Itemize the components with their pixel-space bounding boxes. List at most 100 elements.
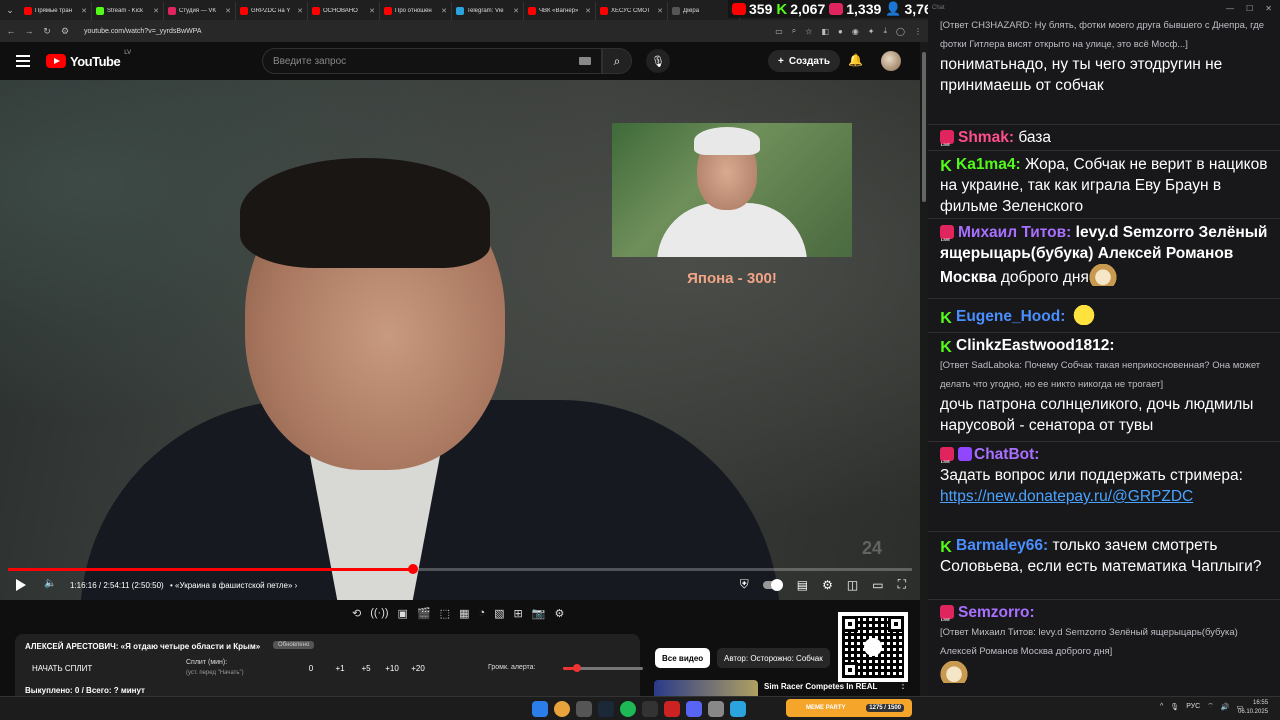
tab-close-icon[interactable]: ✕ <box>153 7 159 15</box>
recommendation-menu-icon[interactable]: ⋮ <box>898 680 908 691</box>
tab-close-icon[interactable]: ✕ <box>513 7 519 15</box>
alert-volume-slider[interactable] <box>563 664 643 672</box>
search-input[interactable]: Введите запрос <box>262 48 602 74</box>
steam-icon[interactable] <box>598 701 614 717</box>
ext-settings-icon[interactable]: ⚙ <box>554 607 564 625</box>
hamburger-menu-icon[interactable] <box>16 55 30 67</box>
tab-close-icon[interactable]: ✕ <box>369 7 375 15</box>
theater-mode-icon[interactable]: ▭ <box>872 578 883 592</box>
chat-username[interactable]: Ka1ma4: <box>956 156 1021 173</box>
chat-username[interactable]: ChatBot: <box>974 446 1039 463</box>
browser-tab[interactable]: ЧВК «Вагнер» ✕ <box>524 2 596 20</box>
miniplayer-icon[interactable]: ◫ <box>847 578 858 592</box>
extension-icon-3[interactable]: ◉ <box>852 27 859 36</box>
maximize-icon[interactable]: ☐ <box>1246 4 1253 13</box>
search-button[interactable]: ⌕ <box>602 48 632 74</box>
url-field[interactable]: youtube.com/watch?v=_yyrdsBwWPA <box>84 28 202 35</box>
chip-all-videos[interactable]: Все видео <box>655 648 711 668</box>
tab-close-icon[interactable]: ✕ <box>225 7 231 15</box>
video-player[interactable]: Япона - 300! 24 <box>0 80 920 600</box>
language-indicator[interactable]: РУС <box>1186 703 1200 710</box>
browser-tab[interactable]: ОСНОВАНО ✕ <box>308 2 380 20</box>
back-icon[interactable]: ← <box>6 26 16 36</box>
alert-volume-handle[interactable] <box>573 664 582 672</box>
discord-icon[interactable] <box>686 701 702 717</box>
tab-close-icon[interactable]: ✕ <box>657 7 663 15</box>
browser-tab[interactable]: ХЕСУС СМОТ ✕ <box>596 2 668 20</box>
notifications-bell-icon[interactable]: 🔔 <box>848 53 863 67</box>
reload-icon[interactable]: ↻ <box>42 26 52 37</box>
chat-username[interactable]: Barmaley66: <box>956 537 1048 554</box>
obs-icon[interactable] <box>642 701 658 717</box>
close-icon[interactable]: ✕ <box>1265 4 1272 13</box>
bookmark-star-icon[interactable]: ☆ <box>805 27 812 36</box>
avatar[interactable] <box>881 51 901 71</box>
chat-username[interactable]: ClinkzEastwood1812: <box>956 337 1115 354</box>
chevron-up-icon[interactable]: ^ <box>1160 703 1163 710</box>
sponsorblock-icon[interactable]: ⛨ <box>740 577 749 592</box>
tab-close-icon[interactable]: ✕ <box>441 7 447 15</box>
menu-icon[interactable]: ⋮ <box>914 27 922 36</box>
browser-tab[interactable]: Прямые тран ✕ <box>20 2 92 20</box>
wifi-icon[interactable]: ⌔ <box>1207 702 1214 711</box>
crop-icon[interactable]: ⬚ <box>440 607 450 625</box>
forward-icon[interactable]: → <box>24 26 34 36</box>
browser-tab[interactable]: GRPZDC на Y ✕ <box>236 2 308 20</box>
telegram-icon[interactable] <box>730 701 746 717</box>
start-icon[interactable] <box>532 701 548 717</box>
page-scrollbar[interactable] <box>920 42 928 696</box>
tab-close-icon[interactable]: ✕ <box>81 7 87 15</box>
spotify-icon[interactable] <box>620 701 636 717</box>
app-icon-2[interactable] <box>708 701 724 717</box>
play-icon[interactable] <box>16 579 26 591</box>
extension-icon[interactable]: ◧ <box>821 27 829 36</box>
extension-icon-2[interactable]: ● <box>838 27 843 36</box>
chip-author[interactable]: Автор: Осторожно: Собчак <box>717 648 830 668</box>
add-frame-icon[interactable]: ⊞ <box>514 607 523 625</box>
speed-icon[interactable]: ◔ <box>478 607 485 625</box>
frame-icon[interactable]: ▦ <box>459 607 469 625</box>
keyboard-icon[interactable] <box>579 57 591 65</box>
browser-tab[interactable]: Студия — VK ✕ <box>164 2 236 20</box>
zoom-icon[interactable]: ⌕ <box>792 26 796 36</box>
donation-link[interactable]: https://new.donatepay.ru/@GRPZDC <box>940 488 1193 505</box>
add-10-button[interactable]: +10 <box>379 664 405 673</box>
camera-icon[interactable]: 📷 <box>532 607 546 625</box>
speaker-icon[interactable]: 🔊 <box>1221 703 1230 711</box>
youtube-logo[interactable]: YouTube LV <box>46 50 131 69</box>
folder-icon[interactable] <box>576 701 592 717</box>
chat-username[interactable]: Shmak: <box>958 129 1014 146</box>
chat-username[interactable]: Михаил Титов: <box>958 224 1071 241</box>
download-icon[interactable]: ⤓ <box>884 26 888 36</box>
video-ext-icon[interactable]: ▣ <box>398 607 408 625</box>
volume-icon[interactable]: 🔈 <box>44 578 56 589</box>
browser-tab[interactable]: Stream - Kick ✕ <box>92 2 164 20</box>
tab-close-icon[interactable]: ✕ <box>297 7 303 15</box>
chat-username[interactable]: Eugene_Hood: <box>956 308 1065 325</box>
browser-tab[interactable]: Про отношен ✕ <box>380 2 452 20</box>
video-progress-scrubber[interactable] <box>407 564 418 574</box>
settings-gear-icon[interactable]: ⚙ <box>822 578 833 592</box>
add-20-button[interactable]: +20 <box>405 664 431 673</box>
minimize-icon[interactable]: — <box>1226 4 1234 13</box>
loop-icon[interactable]: ⟲ <box>352 607 361 625</box>
system-clock[interactable]: 16:55 06.10.2025 <box>1238 699 1268 717</box>
page-scrollbar-thumb[interactable] <box>922 52 926 202</box>
puzzle-icon[interactable]: ✦ <box>868 27 875 36</box>
fullscreen-icon[interactable]: ⛶ <box>898 577 906 592</box>
mic-icon[interactable]: 🎙 <box>1170 703 1179 711</box>
tab-close-icon[interactable]: ✕ <box>585 7 591 15</box>
recommendation-title[interactable]: Sim Racer Competes In REAL <box>764 682 877 691</box>
tab-search-icon[interactable]: ⌄ <box>0 0 20 20</box>
app-icon[interactable] <box>664 701 680 717</box>
chat-username[interactable]: Semzorro: <box>958 604 1035 621</box>
audio-icon[interactable]: ((·)) <box>370 607 388 625</box>
recommendation-thumbnail[interactable] <box>654 680 758 696</box>
browser-tab[interactable]: Telegram: Vie ✕ <box>452 2 524 20</box>
autoplay-toggle[interactable] <box>762 578 783 591</box>
clapper-icon[interactable]: 🎬 <box>417 607 431 625</box>
cast-icon[interactable]: ▭ <box>775 27 783 36</box>
video-progress-bar[interactable] <box>8 564 912 574</box>
profile-icon[interactable]: ◯ <box>896 27 905 36</box>
site-info-icon[interactable]: ⚙ <box>60 26 70 37</box>
